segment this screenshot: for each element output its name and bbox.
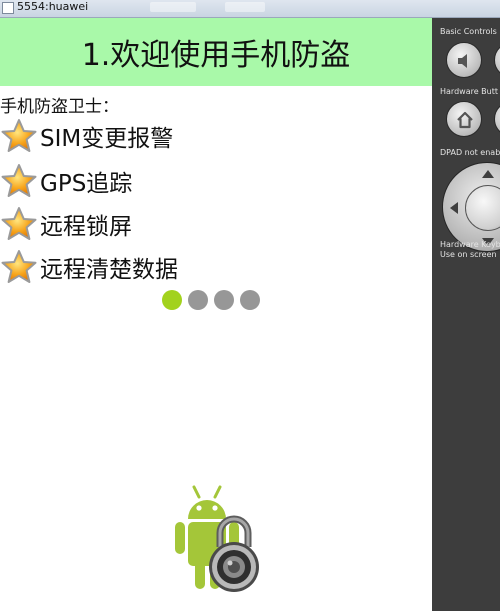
device-screen: 1.欢迎使用手机防盗 手机防盗卫士： SIM变更报警 GPS追踪 远程锁屏 远程… [0, 18, 432, 611]
home-button[interactable] [446, 101, 482, 137]
page-title: 1.欢迎使用手机防盗 [81, 38, 351, 73]
page-dot [188, 290, 208, 310]
star-icon [1, 164, 37, 197]
dpad-center-button[interactable] [465, 185, 500, 231]
hardware-buttons-label: Hardware Butt [440, 87, 498, 96]
volume-up-button[interactable] [494, 42, 500, 78]
home-icon [457, 111, 473, 129]
feature-item-gps-tracking: GPS追踪 [0, 163, 132, 199]
dpad-label: DPAD not enab [440, 148, 500, 157]
hardware-keyboard-sublabel: Use on screen [440, 250, 497, 259]
feature-item-remote-lock: 远程锁屏 [0, 206, 132, 242]
feature-label: GPS追踪 [40, 171, 133, 197]
subtitle: 手机防盗卫士： [0, 97, 119, 117]
hardware-keyboard-label: Hardware Keyb [440, 240, 500, 249]
page-dot-active [162, 290, 182, 310]
star-icon [1, 250, 37, 283]
feature-item-sim-alert: SIM变更报警 [0, 118, 173, 154]
page-dot [214, 290, 234, 310]
menu-button[interactable] [494, 101, 500, 137]
title-bar-decoration [225, 2, 265, 12]
window-title: 5554:huawei [17, 0, 89, 13]
dpad-up-icon[interactable] [481, 169, 495, 179]
feature-item-remote-wipe: 远程清楚数据 [0, 249, 178, 285]
dpad-control[interactable] [442, 162, 500, 252]
page-indicator [162, 290, 260, 312]
emulator-controls-panel: Basic Controls Hardware Butt DPAD not en… [432, 18, 500, 611]
feature-label: SIM变更报警 [40, 126, 174, 152]
dpad-left-icon[interactable] [449, 201, 459, 215]
window-app-icon [2, 2, 14, 14]
android-lock-icon [175, 485, 259, 592]
app-header: 1.欢迎使用手机防盗 [0, 18, 432, 86]
feature-label: 远程清楚数据 [40, 257, 178, 283]
window-title-bar: 5554:huawei [0, 0, 500, 18]
feature-label: 远程锁屏 [40, 214, 132, 240]
star-icon [1, 119, 37, 152]
page-dot [240, 290, 260, 310]
title-bar-decoration [150, 2, 196, 12]
basic-controls-label: Basic Controls [440, 27, 497, 36]
speaker-icon [458, 54, 467, 68]
volume-button[interactable] [446, 42, 482, 78]
star-icon [1, 207, 37, 240]
